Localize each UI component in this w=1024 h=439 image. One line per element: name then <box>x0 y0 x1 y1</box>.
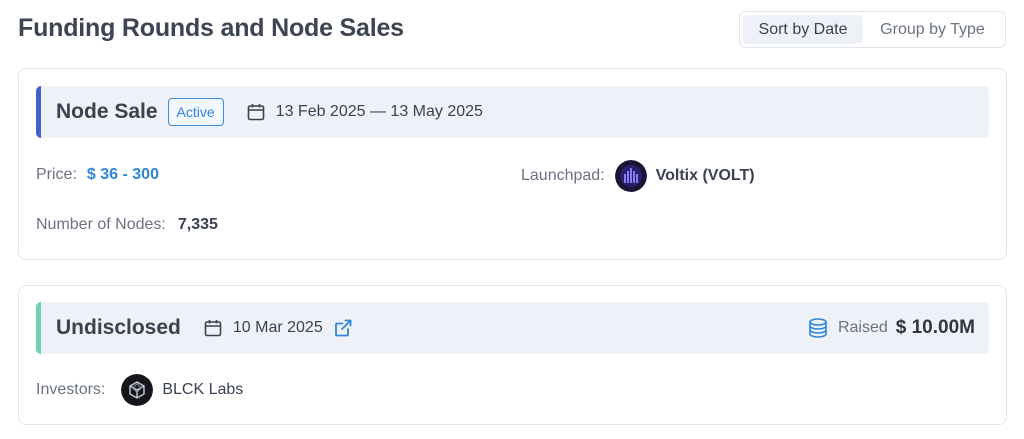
date-range: 13 Feb 2025 — 13 May 2025 <box>246 102 483 122</box>
calendar-icon <box>247 104 264 121</box>
launchpad-row: Launchpad: Voltix (VOLT) <box>521 160 755 192</box>
nodes-value: 7,335 <box>177 216 218 233</box>
round-date-text: 10 Mar 2025 <box>232 319 323 336</box>
external-link-icon[interactable] <box>333 318 353 338</box>
calendar-icon <box>204 320 222 337</box>
launchpad-name[interactable]: Voltix (VOLT) <box>656 167 755 185</box>
node-sale-card: Node Sale Active 13 Feb 2025 — 13 May 20… <box>18 68 1007 260</box>
round-title: Undisclosed <box>56 316 181 339</box>
group-by-type-button[interactable]: Group by Type <box>863 15 1002 44</box>
investor-name[interactable]: BLCK Labs <box>162 381 243 399</box>
sort-by-date-button[interactable]: Sort by Date <box>743 15 863 44</box>
raised-amount: Raised $ 10.00M <box>806 302 975 354</box>
nodes-row: Number of Nodes: 7,335 <box>36 216 218 234</box>
investors-label: Investors: <box>36 381 106 398</box>
date-range-text: 13 Feb 2025 — 13 May 2025 <box>275 103 483 120</box>
price-value: $ 36 - 300 <box>86 166 159 183</box>
launchpad-avatar <box>614 160 647 192</box>
investors-row: Investors: BLCK Labs <box>36 374 243 406</box>
raised-label: Raised <box>837 319 888 336</box>
price-label: Price: <box>36 166 77 183</box>
coins-icon <box>809 318 827 338</box>
investor-avatar <box>121 374 154 406</box>
round-title: Node Sale <box>56 100 158 123</box>
card-header: Undisclosed 10 Mar 2025 Raised $ 10.00M <box>36 302 989 354</box>
raised-value: $ 10.00M <box>895 317 975 338</box>
price-row: Price: $ 36 - 300 <box>36 166 159 184</box>
page-title: Funding Rounds and Node Sales <box>18 14 404 42</box>
status-badge: Active <box>167 98 224 126</box>
undisclosed-round-card: Undisclosed 10 Mar 2025 Raised $ 10.00M … <box>18 285 1007 425</box>
launchpad-label: Launchpad: <box>521 167 605 184</box>
card-header: Node Sale Active 13 Feb 2025 — 13 May 20… <box>36 86 989 138</box>
nodes-label: Number of Nodes: <box>36 216 166 233</box>
round-date: 10 Mar 2025 <box>203 318 353 338</box>
card-accent-bar <box>36 302 41 354</box>
card-accent-bar <box>36 86 41 138</box>
sort-toggle: Sort by Date Group by Type <box>739 11 1006 48</box>
